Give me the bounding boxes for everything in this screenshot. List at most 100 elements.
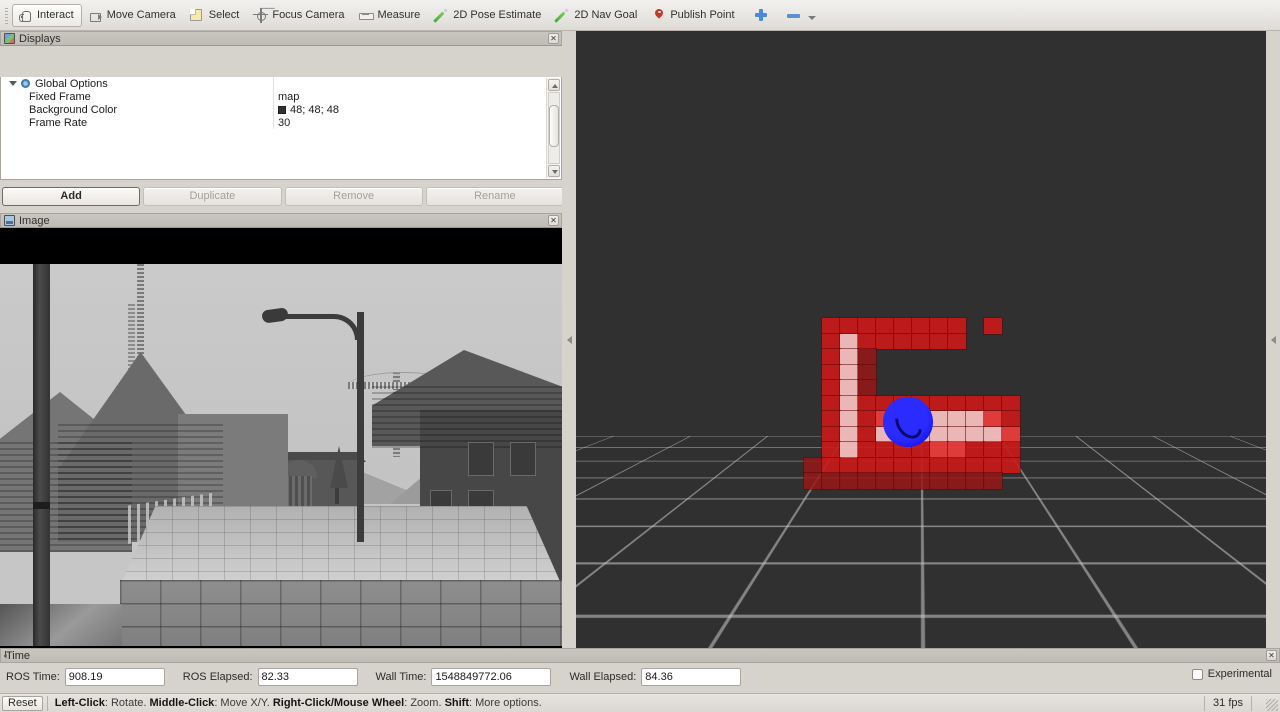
experimental-toggle[interactable]: Experimental (1192, 668, 1272, 680)
duplicate-button[interactable]: Duplicate (143, 187, 281, 206)
property-name-cell: Background Color (1, 104, 273, 116)
ros-elapsed-input[interactable] (258, 668, 358, 686)
ros-time-label: ROS Time: (6, 671, 60, 683)
displays-property-tree[interactable]: Global Options Fixed Frame map Backgroun… (0, 77, 562, 180)
costmap-cell (804, 458, 822, 474)
main-toolbar: Interact Move Camera Select Focus Camera… (0, 0, 1280, 31)
render-view-3d[interactable] (576, 31, 1266, 648)
property-name: Frame Rate (29, 117, 87, 129)
plaza-pavement (120, 506, 562, 586)
wall-time-input[interactable] (431, 668, 551, 686)
scroll-up-icon[interactable] (548, 79, 560, 91)
costmap-cell (930, 318, 948, 334)
costmap-cell (966, 473, 984, 489)
costmap-cell (840, 318, 858, 334)
displays-scrollbar[interactable] (546, 78, 560, 178)
property-row-frame-rate[interactable]: Frame Rate 30 (1, 116, 545, 129)
costmap-cell (840, 442, 858, 458)
resize-grip[interactable] (1266, 699, 1278, 711)
time-panel: Time ✕ ROS Time: ROS Elapsed: Wall Time:… (0, 648, 1280, 693)
close-icon[interactable]: ✕ (548, 33, 559, 44)
stone-wall (120, 580, 562, 646)
costmap-cell (822, 442, 840, 458)
select-icon (190, 8, 205, 23)
focus-camera-icon (253, 8, 268, 23)
left-dock: Displays ✕ Global Options Fixed Frame ma… (0, 31, 570, 648)
property-row-global-options[interactable]: Global Options (1, 77, 545, 90)
costmap-cell (822, 365, 840, 381)
add-tool-button[interactable] (743, 4, 777, 27)
tool-label: Publish Point (670, 9, 734, 21)
costmap-cell (948, 396, 966, 412)
scrollbar-thumb[interactable] (549, 105, 559, 147)
displays-button-row: Add Duplicate Remove Rename (0, 187, 566, 207)
costmap-cell (966, 396, 984, 412)
tool-2d-pose-estimate[interactable]: 2D Pose Estimate (428, 4, 549, 27)
tool-label: 2D Pose Estimate (453, 9, 541, 21)
ros-time-input[interactable] (65, 668, 165, 686)
image-panel: Image ✕ (0, 213, 562, 673)
tool-focus-camera[interactable]: Focus Camera (247, 4, 352, 27)
pose-estimate-icon (434, 8, 449, 23)
costmap-cell (822, 427, 840, 443)
tool-publish-point[interactable]: Publish Point (645, 4, 742, 27)
costmap-cell (948, 318, 966, 334)
chevron-left-icon[interactable] (1271, 336, 1276, 344)
property-row-fixed-frame[interactable]: Fixed Frame map (1, 90, 545, 103)
costmap-cell (840, 473, 858, 489)
experimental-checkbox[interactable] (1192, 669, 1203, 680)
rename-button[interactable]: Rename (426, 187, 564, 206)
remove-button[interactable]: Remove (285, 187, 423, 206)
wall-elapsed-input[interactable] (641, 668, 741, 686)
property-value-cell[interactable]: 30 (273, 116, 545, 129)
costmap-cell (1002, 458, 1020, 474)
ros-elapsed-label: ROS Elapsed: (183, 671, 253, 683)
letterbox-top (0, 228, 562, 264)
costmap-cell (858, 396, 876, 412)
chevron-down-icon[interactable] (808, 16, 816, 20)
costmap-cell (930, 458, 948, 474)
property-rows: Global Options Fixed Frame map Backgroun… (1, 77, 545, 129)
property-value: 30 (278, 117, 290, 129)
tool-measure[interactable]: Measure (352, 4, 428, 27)
tool-interact[interactable]: Interact (12, 4, 82, 27)
close-icon[interactable]: ✕ (548, 215, 559, 226)
wall-elapsed-label: Wall Elapsed: (569, 671, 636, 683)
street-lamp-post (357, 312, 364, 542)
costmap-cell (822, 411, 840, 427)
chevron-down-icon[interactable] (9, 81, 17, 86)
costmap-cell (840, 365, 858, 381)
chevron-left-icon[interactable] (567, 336, 572, 344)
costmap-cell (804, 473, 822, 489)
move-camera-icon (88, 8, 103, 23)
toolbar-drag-handle[interactable] (3, 4, 10, 26)
costmap-cell (930, 427, 948, 443)
remove-tool-button[interactable] (777, 4, 824, 27)
left-dock-splitter[interactable] (562, 31, 576, 648)
property-value-cell[interactable]: map (273, 90, 545, 103)
property-row-background-color[interactable]: Background Color 48; 48; 48 (1, 103, 545, 116)
wall-time-label: Wall Time: (376, 671, 427, 683)
add-button[interactable]: Add (2, 187, 140, 206)
costmap-cell (840, 427, 858, 443)
tool-move-camera[interactable]: Move Camera (82, 4, 184, 27)
scrollbar-track[interactable] (548, 92, 560, 164)
tool-select[interactable]: Select (184, 4, 248, 27)
robot-marker[interactable] (883, 397, 933, 447)
camera-image-view[interactable] (0, 228, 562, 673)
scroll-down-icon[interactable] (548, 165, 560, 177)
costmap-cell (858, 380, 876, 396)
tool-2d-nav-goal[interactable]: 2D Nav Goal (549, 4, 645, 27)
costmap-cell (876, 318, 894, 334)
property-value-cell[interactable]: 48; 48; 48 (273, 103, 545, 116)
costmap-cell (966, 458, 984, 474)
costmap-cell (948, 458, 966, 474)
right-dock-splitter[interactable] (1266, 31, 1280, 648)
status-bar: Reset Left-Click: Rotate. Middle-Click: … (0, 693, 1280, 712)
reset-button[interactable]: Reset (2, 696, 43, 711)
color-swatch (278, 106, 286, 114)
costmap-cell (894, 318, 912, 334)
costmap-cell (1002, 427, 1020, 443)
rviz-window: Interact Move Camera Select Focus Camera… (0, 0, 1280, 712)
close-icon[interactable]: ✕ (1266, 650, 1277, 661)
